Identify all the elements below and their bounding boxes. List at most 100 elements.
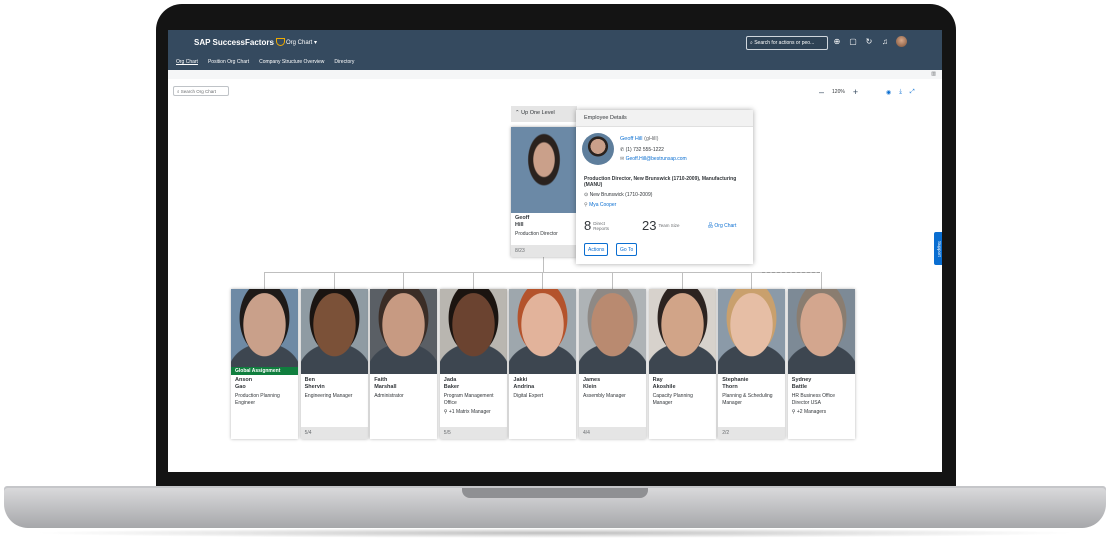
employee-card[interactable]: Global Assignment Anson Gao Production Plan… [231, 289, 298, 439]
connector-drop [333, 272, 335, 289]
connector-drop [612, 272, 613, 289]
bell-icon[interactable]: ♫ [880, 36, 890, 48]
zoom-in-button[interactable]: + [853, 88, 858, 97]
details-phone-text: (1) 732 555-1222 [625, 147, 664, 153]
search-input[interactable]: ⌕ Search for actions or peo... [746, 36, 828, 50]
download-icon[interactable]: ⤓ [899, 89, 902, 96]
org-search-input[interactable]: ⌕ Search Org Chart [173, 86, 229, 96]
team-count: 5/5 [439, 427, 507, 439]
tab-org-chart[interactable]: Org Chart [176, 56, 198, 70]
employee-photo [231, 289, 298, 374]
details-heading: Employee Details [576, 110, 753, 127]
help-icon[interactable]: ↻ [864, 36, 874, 48]
chart-icon[interactable]: ▥ [931, 71, 936, 77]
manager-name: Geoff Hill [511, 213, 577, 229]
details-location-text: New Brunswick (1710-2009) [589, 192, 653, 198]
employee-card[interactable]: Ray Akoshile Capacity Planning Manager [648, 289, 716, 439]
employee-photo [787, 289, 855, 374]
employee-card[interactable]: James Klein Assembly Manager 4/4 [579, 289, 646, 439]
employee-name: Anson Gao [231, 374, 298, 391]
employee-last-name: Battle [791, 384, 808, 390]
employee-first-name: Ray [652, 377, 663, 383]
laptop-shadow [30, 528, 1080, 538]
manager-card[interactable]: Geoff Hill Production Director 8/23 [511, 127, 577, 257]
support-button[interactable]: Support [934, 232, 942, 265]
employee-first-name: Faith [374, 377, 388, 383]
employee-card[interactable]: Faith Marshall Administrator [370, 289, 438, 439]
matrix-manager-label: +2 Managers [796, 409, 827, 415]
employee-card[interactable]: Jakki Andrina Digital Expert [509, 289, 577, 439]
manager-last-name: Hill [515, 222, 524, 228]
tab-company-structure[interactable]: Company Structure Overview [259, 56, 324, 70]
matrix-manager-link[interactable]: ⚲ +2 Managers [788, 408, 855, 416]
employee-name: Ray Akoshile [649, 374, 716, 391]
connector-vertical [543, 257, 544, 272]
chat-icon[interactable]: ▢ [848, 36, 858, 48]
team-size-label: Team Size [658, 223, 680, 228]
details-name: Geoff Hill [620, 136, 643, 142]
team-size-stat: 23 Team Size [642, 218, 679, 233]
go-to-button[interactable]: Go To [616, 243, 638, 256]
employee-title: Program Management Office [443, 393, 494, 406]
details-manager-name: Mya Cooper [589, 202, 617, 208]
details-phone[interactable]: ✆ (1) 732 555-1222 [620, 147, 664, 153]
employee-name: Ben Shervin [301, 374, 368, 391]
matrix-manager-link[interactable]: ⚲ +1 Matrix Manager [440, 408, 507, 416]
manager-team-count: 8/23 [511, 245, 577, 257]
team-count: 4/4 [579, 427, 646, 439]
view-icon[interactable]: ◉ [886, 89, 891, 96]
employee-name: Stephanie Thorn [718, 374, 785, 391]
fullscreen-icon[interactable]: ⤢ [910, 89, 915, 96]
successfactors-shield-icon [275, 38, 285, 46]
details-role: Production Director, New Brunswick (1710… [584, 176, 737, 188]
employee-card[interactable]: Ben Shervin Engineering Manager 5/4 [300, 289, 368, 439]
connector-drop [681, 272, 683, 289]
direct-reports-stat: 8 Direct Reports [584, 218, 609, 233]
direct-reports-label-line2: Reports [593, 225, 609, 231]
laptop-notch [462, 488, 648, 498]
connector-drop [820, 272, 822, 289]
employee-last-name: Shervin [304, 384, 325, 390]
org-search-placeholder: Search Org Chart [180, 89, 217, 94]
app-menu[interactable]: Org Chart ▾ [286, 39, 317, 46]
tab-directory[interactable]: Directory [334, 56, 354, 70]
toolbar: ▥ [168, 70, 942, 79]
up-one-level-label: Up One Level [521, 110, 555, 116]
employee-name: Sydney Battle [788, 374, 855, 391]
actions-button[interactable]: Actions [584, 243, 609, 256]
connector-drop [403, 272, 405, 289]
tab-position-org-chart[interactable]: Position Org Chart [208, 56, 249, 70]
details-username: (gHill) [644, 136, 659, 142]
direct-reports-label: Direct Reports [593, 221, 609, 231]
matrix-manager-label: +1 Matrix Manager [448, 409, 491, 415]
employee-card[interactable]: Jada Baker Program Management Office ⚲ +1 M… [439, 289, 507, 439]
employee-card[interactable]: Sydney Battle HR Business Office Director … [787, 289, 855, 439]
employee-last-name: Andrina [513, 384, 535, 390]
details-manager-link[interactable]: ⚲ Mya Cooper [584, 202, 616, 208]
employee-name: Faith Marshall [370, 374, 437, 391]
employee-last-name: Thorn [722, 384, 738, 390]
employee-last-name: Akoshile [652, 384, 676, 390]
employee-card[interactable]: Stephanie Thorn Planning & Scheduling Mana… [718, 289, 786, 439]
employee-title: Engineering Manager [304, 393, 353, 399]
notification-icon[interactable]: ⊕ [832, 36, 842, 48]
employee-first-name: Stephanie [722, 377, 749, 383]
up-one-level-button[interactable]: ⌃ Up One Level [511, 106, 577, 122]
zoom-out-button[interactable]: – [819, 88, 824, 97]
zoom-level: 120% [832, 89, 845, 95]
employee-title: HR Business Office Director USA [791, 393, 836, 406]
details-email-text: Geoff.Hill@bestrunsap.com [625, 156, 687, 162]
details-name-link[interactable]: Geoff Hill (gHill) [620, 136, 658, 142]
screen: SAP SuccessFactors Org Chart ▾ ⌕ Search … [168, 30, 942, 472]
employee-photo [718, 289, 786, 374]
team-count: 2/2 [718, 427, 786, 439]
org-chart-link[interactable]: 品 Org Chart [708, 222, 736, 229]
details-email[interactable]: ✉ Geoff.Hill@bestrunsap.com [620, 156, 687, 162]
connector-drop [264, 272, 265, 289]
global-assignment-badge: Global Assignment [231, 367, 298, 375]
brand-logo[interactable]: SAP SuccessFactors [194, 38, 285, 47]
connector-drop [542, 272, 544, 289]
employee-first-name: Ben [304, 377, 315, 383]
avatar[interactable] [896, 36, 907, 47]
details-location: ⊙ New Brunswick (1710-2009) [584, 192, 652, 198]
